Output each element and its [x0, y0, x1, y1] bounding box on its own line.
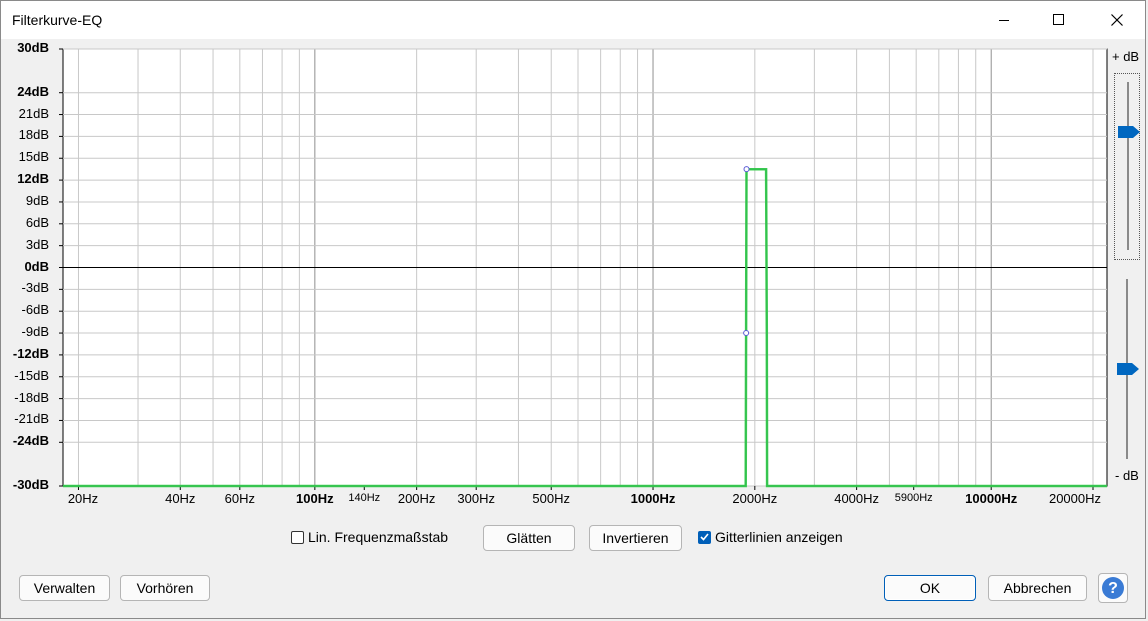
- lin-freq-checkbox-box[interactable]: [291, 530, 304, 544]
- x-axis-label: 1000Hz: [630, 491, 676, 506]
- eq-control-point: [743, 166, 750, 173]
- upper-slider[interactable]: [1114, 73, 1140, 260]
- checkmark-icon: [700, 533, 709, 541]
- title-bar: Filterkurve-EQ: [1, 1, 1145, 39]
- preview-button[interactable]: Vorhören: [120, 575, 210, 601]
- eq-curve-graph[interactable]: [1, 39, 1147, 517]
- maximize-button[interactable]: [1036, 1, 1082, 39]
- maximize-icon: [1053, 14, 1064, 25]
- close-icon: [1111, 14, 1123, 26]
- x-axis-label: 60Hz: [224, 491, 255, 506]
- lin-freq-checkbox[interactable]: Lin. Frequenzmaßstab: [291, 529, 448, 545]
- smooth-button[interactable]: Glätten: [483, 525, 575, 551]
- eq-graph-area: 30dB 24dB 21dB 18dB 15dB 12dB 9dB 6dB 3dB 0dB -3dB…: [1, 39, 1147, 517]
- lower-slider-thumb[interactable]: [1116, 362, 1140, 376]
- grid-checkbox-box[interactable]: [698, 530, 711, 544]
- manage-button[interactable]: Verwalten: [19, 575, 110, 601]
- close-button[interactable]: [1094, 1, 1140, 39]
- x-axis-label: 20000Hz: [1048, 491, 1102, 506]
- eq-control-point: [743, 330, 750, 337]
- upper-slider-thumb[interactable]: [1117, 125, 1141, 139]
- x-axis-label: 4000Hz: [834, 491, 880, 506]
- help-icon: ?: [1102, 577, 1124, 599]
- svg-text:?: ?: [1108, 580, 1118, 597]
- x-axis-label: 300Hz: [457, 491, 495, 506]
- invert-button[interactable]: Invertieren: [589, 525, 682, 551]
- minimize-button[interactable]: [981, 1, 1027, 39]
- x-axis-label: 20Hz: [67, 491, 99, 506]
- x-axis-label: 200Hz: [397, 491, 436, 506]
- options-row: Lin. Frequenzmaßstab Glätten Invertieren…: [1, 523, 1145, 553]
- help-button[interactable]: ?: [1098, 573, 1128, 603]
- x-axis-label: 10000Hz: [965, 491, 1018, 506]
- grid-label: Gitterlinien anzeigen: [715, 529, 843, 545]
- lin-freq-label: Lin. Frequenzmaßstab: [308, 529, 449, 545]
- eq-dialog-window: Filterkurve-EQ 30dB 24dB 21dB 18dB 15dB 12dB 9…: [0, 0, 1146, 619]
- minimize-icon: [999, 20, 1009, 21]
- x-axis-label: 5900Hz: [894, 492, 933, 504]
- cancel-button[interactable]: Abbrechen: [988, 575, 1087, 601]
- x-axis-label: 100Hz: [296, 491, 334, 506]
- plus-db-label: + dB: [1112, 49, 1140, 64]
- x-axis-label: 2000Hz: [732, 491, 778, 506]
- lower-slider[interactable]: [1114, 271, 1140, 471]
- ok-button[interactable]: OK: [884, 575, 976, 601]
- x-axis-label: 40Hz: [165, 491, 196, 506]
- x-axis-label: 500Hz: [532, 491, 571, 506]
- grid-checkbox[interactable]: Gitterlinien anzeigen: [698, 529, 843, 545]
- upper-slider-track: [1127, 82, 1129, 250]
- x-axis-label: 140Hz: [348, 492, 381, 504]
- window-title: Filterkurve-EQ: [12, 12, 103, 28]
